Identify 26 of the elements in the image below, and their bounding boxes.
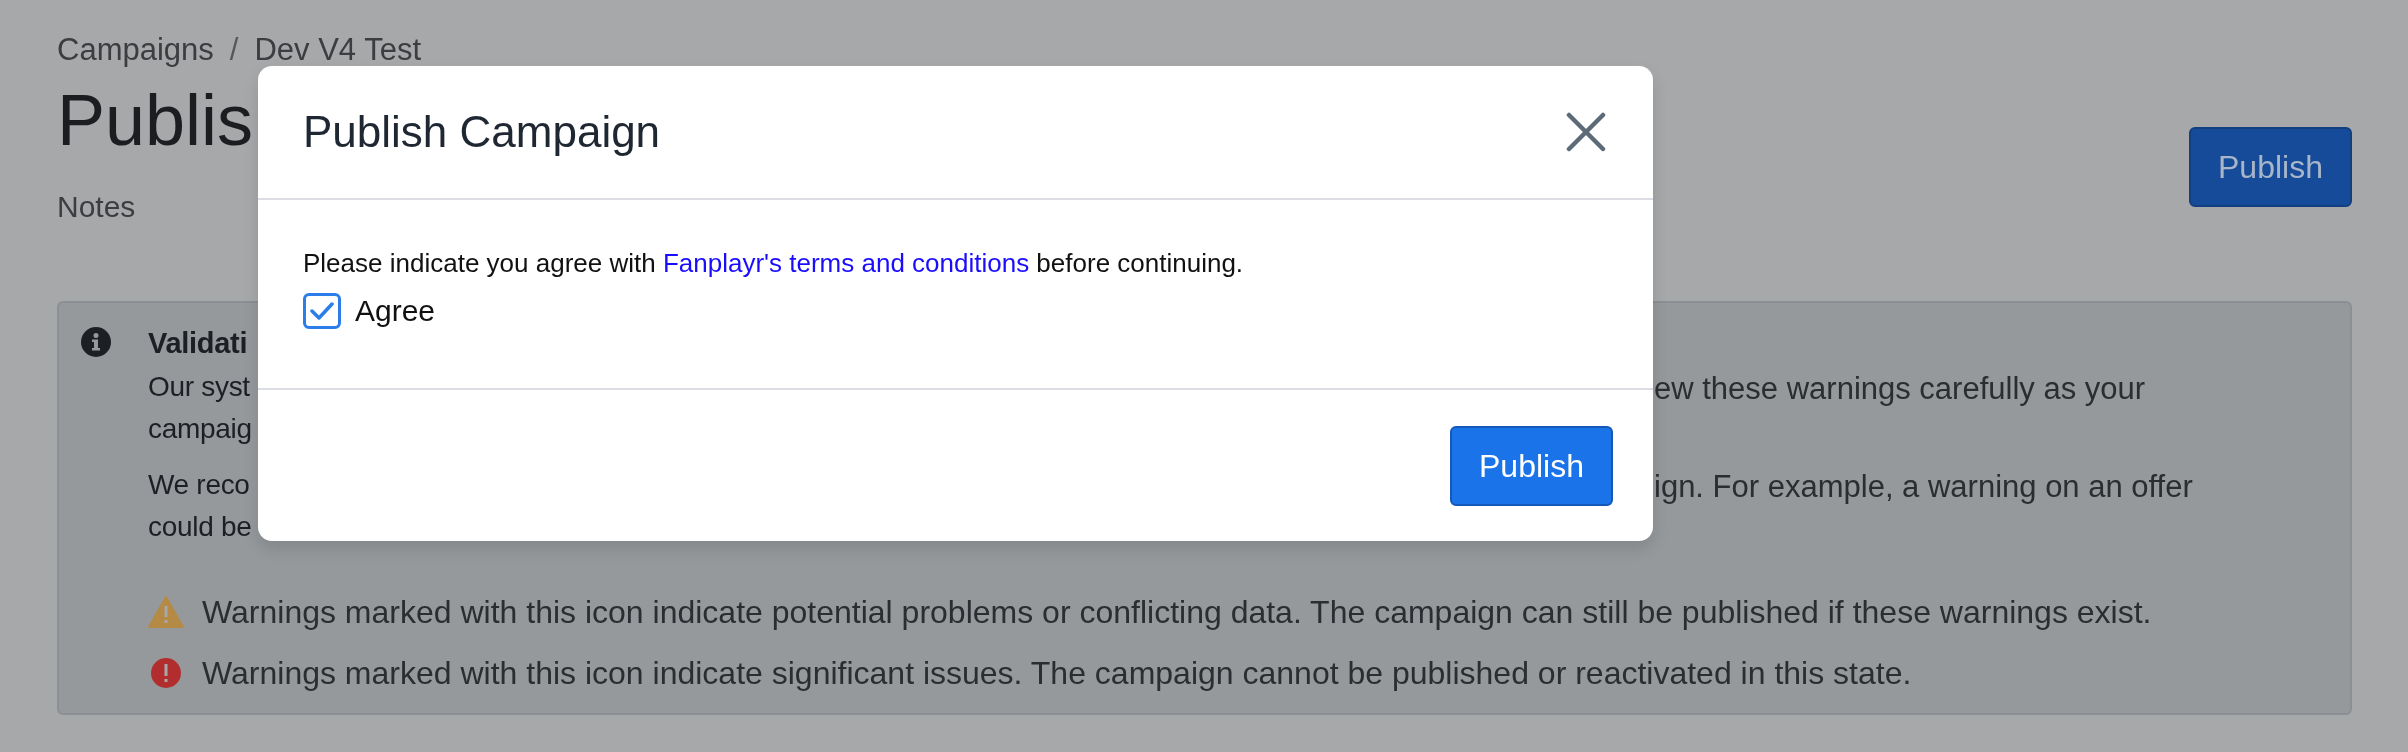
close-button[interactable] <box>1564 110 1608 154</box>
warning-icon <box>148 596 184 628</box>
alert-text: ign. For example, a warning on an offer <box>1654 468 2193 506</box>
info-icon <box>81 327 111 357</box>
checkmark-icon <box>310 301 334 321</box>
error-icon <box>150 657 182 689</box>
terms-link[interactable]: Fanplayr's terms and conditions <box>662 248 1030 278</box>
publish-button[interactable]: Publish <box>2189 127 2352 207</box>
publish-button[interactable]: Publish <box>1450 425 1613 506</box>
alert-text: campaig <box>148 413 252 444</box>
agree-label: Agree <box>355 293 436 329</box>
alert-text: We reco <box>148 469 250 500</box>
agreement-text: Please indicate you agree with Fanplayr's terms and conditions before continuing. <box>303 247 1245 280</box>
alert-text: ew these warnings carefully as your <box>1654 370 2146 408</box>
alert-title: Validati <box>148 326 249 361</box>
breadcrumb-separator: / <box>229 32 239 68</box>
page-title: Publis <box>57 80 254 160</box>
alert-text: Our syst <box>148 371 250 402</box>
notes-label: Notes <box>57 189 137 225</box>
dialog-title: Publish Campaign <box>303 106 661 158</box>
warning-text: Warnings marked with this icon indicate potential problems or conflicting data. The campaign can still be published if these warnings exist. <box>202 593 2152 632</box>
warning-text: Warnings marked with this icon indicate significant issues. The campaign cannot be published or reactivated in this state. <box>202 654 1912 693</box>
agree-checkbox[interactable] <box>303 293 341 329</box>
breadcrumb-link[interactable]: Dev V4 Test <box>254 32 421 68</box>
breadcrumb-link[interactable]: Campaigns <box>57 32 214 68</box>
alert-text: could be <box>148 511 252 542</box>
